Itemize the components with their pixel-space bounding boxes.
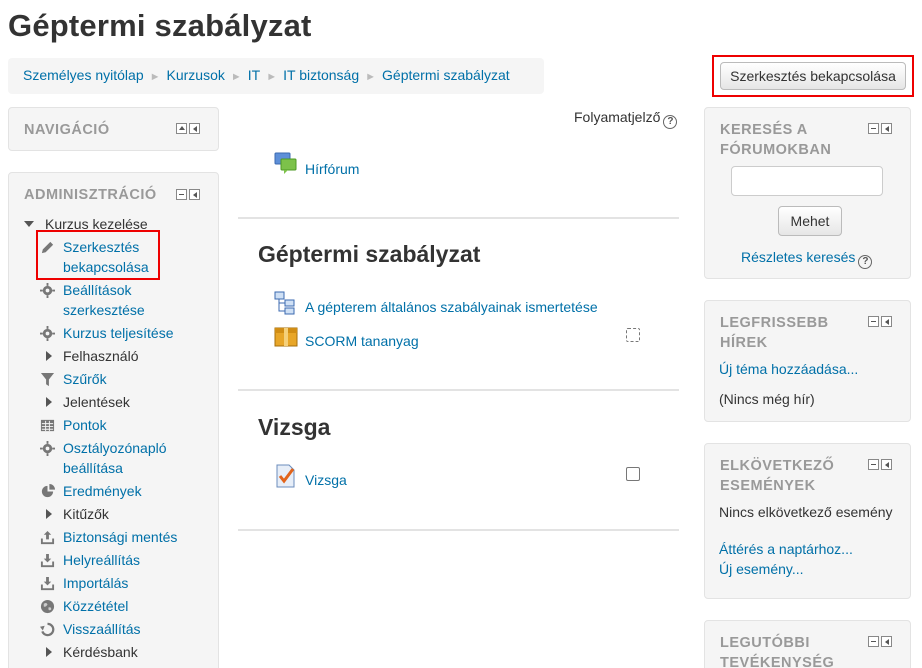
no-events-text: Nincs elkövetkező esemény bbox=[719, 504, 893, 520]
breadcrumb-current-course[interactable]: Géptermi szabályzat bbox=[382, 67, 510, 83]
forum-icon bbox=[274, 152, 297, 174]
minimize-block-icon[interactable] bbox=[868, 459, 879, 470]
breadcrumb-separator-icon: ► bbox=[365, 71, 377, 83]
forum-search-input[interactable] bbox=[731, 166, 883, 196]
filter-icon bbox=[40, 372, 55, 387]
breadcrumb-separator-icon: ► bbox=[230, 71, 242, 83]
breadcrumb-separator-icon: ► bbox=[149, 71, 161, 83]
latest-news-block: LEGFRISSEBB HÍREK Új téma hozzáadása... … bbox=[704, 300, 911, 422]
pie-icon bbox=[41, 484, 55, 498]
turn-editing-on-button[interactable]: Szerkesztés bekapcsolása bbox=[720, 62, 906, 90]
block-controls bbox=[868, 316, 892, 327]
download-icon bbox=[40, 553, 55, 568]
search-forums-block: KERESÉS A FÓRUMOKBAN Mehet Részletes ker… bbox=[704, 107, 911, 279]
section-title: Vizsga bbox=[258, 414, 331, 440]
gear-icon bbox=[40, 283, 55, 298]
chevron-right-icon bbox=[46, 351, 52, 361]
navigation-block-title: NAVIGÁCIÓ bbox=[24, 122, 110, 138]
navigation-block: NAVIGÁCIÓ bbox=[8, 107, 219, 151]
scorm-package-icon bbox=[274, 327, 298, 347]
breadcrumb-separator-icon: ► bbox=[266, 71, 278, 83]
breadcrumb-it-security[interactable]: IT biztonság bbox=[283, 67, 359, 83]
block-controls bbox=[176, 123, 200, 134]
upload-icon bbox=[40, 530, 55, 545]
block-controls bbox=[868, 123, 892, 134]
block-controls bbox=[868, 636, 892, 647]
go-to-calendar-link[interactable]: Áttérés a naptárhoz... bbox=[719, 539, 853, 559]
book-icon bbox=[274, 291, 295, 315]
recent-activity-block-title: LEGUTÓBBI TEVÉKENYSÉG bbox=[720, 635, 835, 668]
chevron-right-icon bbox=[46, 647, 52, 657]
minimize-block-icon[interactable] bbox=[868, 123, 879, 134]
table-icon bbox=[40, 419, 55, 432]
upcoming-events-block-title: ELKÖVETKEZŐ ESEMÉNYEK bbox=[720, 458, 835, 494]
advanced-search-link[interactable]: Részletes keresés? bbox=[741, 247, 873, 269]
dock-block-icon[interactable] bbox=[881, 636, 892, 647]
dock-block-icon[interactable] bbox=[189, 123, 200, 134]
quiz-icon bbox=[276, 464, 295, 488]
upcoming-events-block: ELKÖVETKEZŐ ESEMÉNYEK Nincs elkövetkező … bbox=[704, 443, 911, 599]
new-event-link[interactable]: Új esemény... bbox=[719, 559, 804, 579]
breadcrumb-it[interactable]: IT bbox=[248, 67, 260, 83]
completion-checkbox-auto[interactable] bbox=[626, 328, 640, 342]
edit-button-highlight: Szerkesztés bekapcsolása bbox=[712, 55, 914, 97]
download-icon bbox=[40, 576, 55, 591]
minimize-block-icon[interactable] bbox=[868, 636, 879, 647]
block-controls bbox=[868, 459, 892, 470]
chevron-right-icon bbox=[46, 397, 52, 407]
breadcrumb-home[interactable]: Személyes nyitólap bbox=[23, 67, 144, 83]
help-icon[interactable]: ? bbox=[663, 115, 678, 129]
gear-icon bbox=[40, 441, 55, 456]
dock-block-icon[interactable] bbox=[881, 459, 892, 470]
section-divider bbox=[238, 389, 679, 391]
minimize-block-icon[interactable] bbox=[176, 189, 187, 200]
minimize-block-icon[interactable] bbox=[868, 316, 879, 327]
dock-block-icon[interactable] bbox=[189, 189, 200, 200]
collapse-block-icon[interactable] bbox=[176, 123, 187, 134]
search-forums-block-title: KERESÉS A FÓRUMOKBAN bbox=[720, 122, 832, 158]
latest-news-block-title: LEGFRISSEBB HÍREK bbox=[720, 315, 829, 351]
dock-block-icon[interactable] bbox=[881, 316, 892, 327]
search-go-button[interactable]: Mehet bbox=[778, 206, 842, 236]
page-title: Géptermi szabályzat bbox=[8, 8, 312, 43]
breadcrumb-courses[interactable]: Kurzusok bbox=[167, 67, 225, 83]
help-icon[interactable]: ? bbox=[858, 255, 873, 269]
chevron-right-icon bbox=[46, 509, 52, 519]
completion-checkbox-manual[interactable] bbox=[626, 467, 640, 481]
recent-activity-block: LEGUTÓBBI TEVÉKENYSÉG bbox=[704, 620, 911, 668]
admin-edit-highlight bbox=[36, 230, 160, 280]
section-divider bbox=[238, 529, 679, 531]
dock-block-icon[interactable] bbox=[881, 123, 892, 134]
administration-block-title: ADMINISZTRÁCIÓ bbox=[24, 187, 157, 203]
breadcrumb: Személyes nyitólap ► Kurzusok ► IT ► IT bizton… bbox=[8, 58, 544, 94]
reset-icon bbox=[40, 622, 55, 637]
section-title: Géptermi szabályzat bbox=[258, 241, 481, 267]
section-divider bbox=[238, 217, 679, 219]
block-controls bbox=[176, 189, 200, 200]
add-new-topic-link[interactable]: Új téma hozzáadása... bbox=[719, 359, 858, 379]
no-news-text: (Nincs még hír) bbox=[719, 391, 815, 407]
gear-icon bbox=[40, 326, 55, 341]
progress-indicator-label: Folyamatjelző? bbox=[574, 109, 678, 129]
globe-icon bbox=[40, 599, 55, 614]
expanded-chevron-icon bbox=[24, 221, 34, 227]
